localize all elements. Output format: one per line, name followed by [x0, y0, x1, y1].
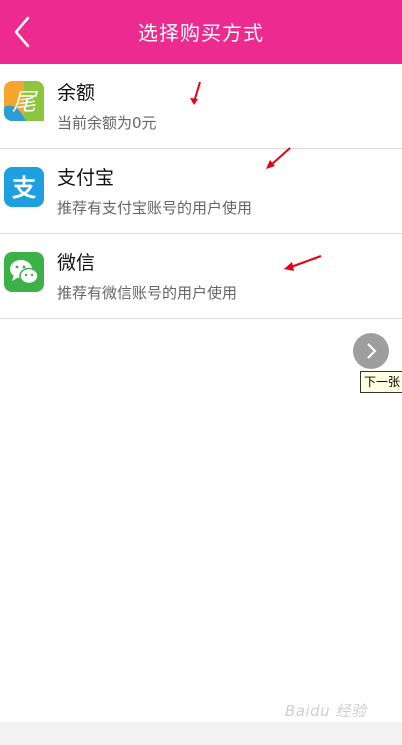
svg-text:尾: 尾: [12, 88, 38, 116]
svg-text:支: 支: [12, 174, 37, 202]
option-subtitle: 推荐有支付宝账号的用户使用: [57, 199, 253, 217]
annotation-arrow-icon: [266, 147, 291, 169]
option-title: 微信: [57, 252, 96, 274]
option-title: 余额: [57, 82, 96, 104]
annotation-arrow-icon: [284, 255, 322, 271]
page-title: 选择购买方式: [138, 21, 264, 45]
annotation-arrow-icon: [190, 81, 201, 105]
chevron-right-icon: [367, 343, 377, 359]
alipay-icon: 支: [4, 167, 44, 207]
option-subtitle: 当前余额为0元: [57, 114, 157, 132]
option-title: 支付宝: [57, 167, 115, 189]
wechat-icon: [4, 252, 44, 292]
payment-option-alipay[interactable]: 支 支付宝 推荐有支付宝账号的用户使用: [0, 149, 402, 234]
header-bar: 选择购买方式: [0, 0, 402, 64]
balance-logo-icon: 尾: [4, 81, 44, 121]
option-subtitle: 推荐有微信账号的用户使用: [57, 284, 238, 302]
bottom-bar: [0, 722, 402, 745]
next-image-button[interactable]: [353, 333, 389, 369]
payment-option-wechat[interactable]: 微信 推荐有微信账号的用户使用: [0, 234, 402, 319]
baidu-watermark: Baidu 经验: [285, 702, 367, 720]
next-image-tooltip: 下一张: [360, 371, 402, 393]
